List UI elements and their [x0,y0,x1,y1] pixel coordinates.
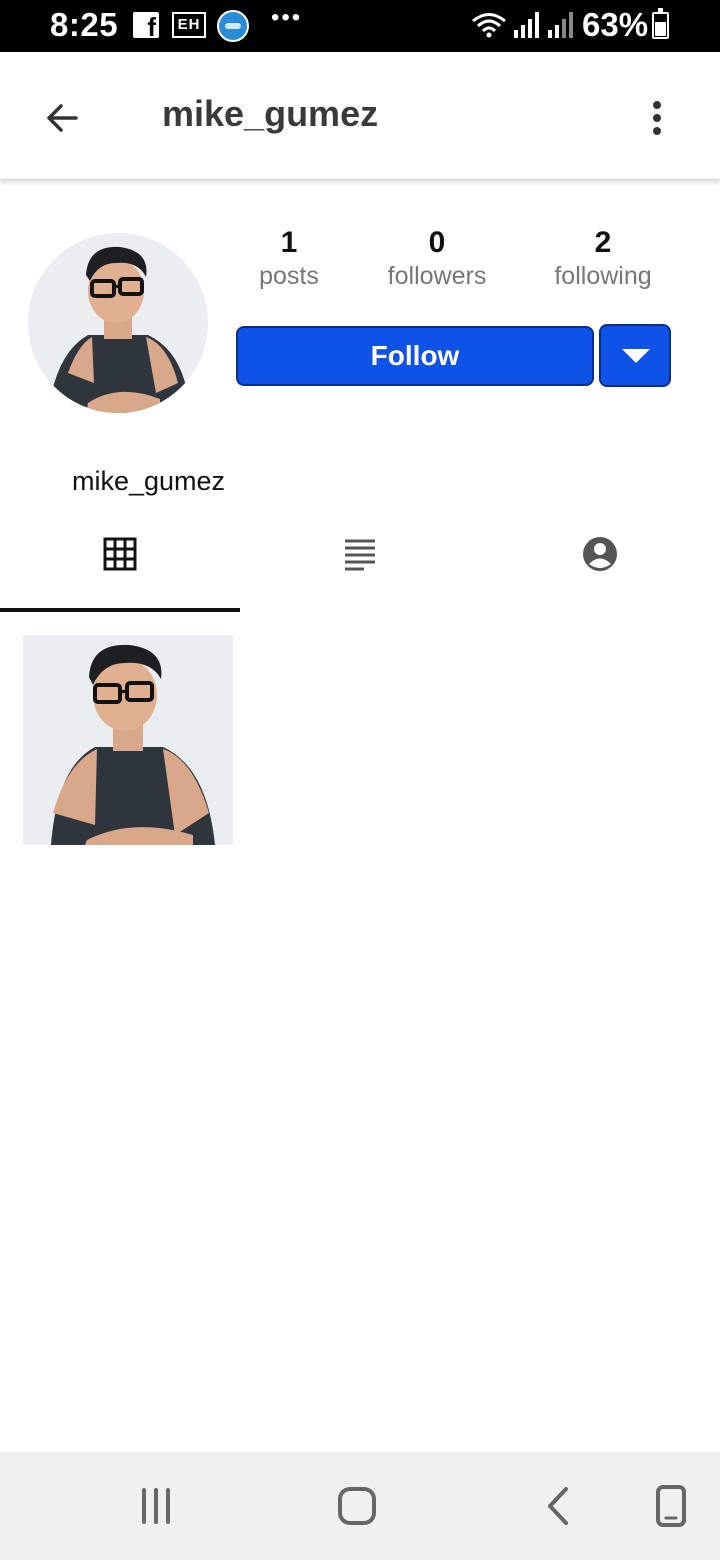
eh-icon: EH [172,12,206,38]
stat-followers[interactable]: 0 followers [372,226,502,292]
arrow-left-icon [47,104,78,132]
profile-photo [28,233,208,413]
globe-app-icon [217,10,249,42]
list-icon [345,539,375,571]
system-back-button[interactable] [534,1482,584,1532]
post-thumbnail[interactable] [23,635,233,845]
signal-icon [548,12,573,38]
more-dots-icon: ••• [271,4,303,31]
app-header: mike_gumez [0,52,720,180]
back-button[interactable] [36,92,88,144]
home-button[interactable] [332,1482,382,1532]
person-circle-icon [583,537,617,571]
facebook-icon: f [133,12,159,40]
status-time: 8:25 [50,6,119,43]
recents-icon [142,1488,170,1524]
stat-posts[interactable]: 1 posts [239,226,339,292]
grid-icon [103,537,137,571]
post-photo [23,635,233,845]
wifi-icon [472,13,506,38]
caret-down-icon [622,349,650,363]
stat-following[interactable]: 2 following [538,226,668,292]
system-nav-bar [0,1452,720,1560]
battery-icon [652,8,669,39]
following-count: 2 [594,226,612,259]
suggestions-dropdown-button[interactable] [599,324,671,387]
more-vert-icon [653,101,661,135]
tab-list[interactable] [240,520,480,612]
avatar[interactable] [28,233,208,413]
recents-button[interactable] [132,1482,182,1532]
followers-label: followers [387,262,487,290]
more-options-button[interactable] [636,92,680,144]
tab-tagged[interactable] [480,520,720,612]
following-label: following [554,262,652,290]
home-icon [338,1487,376,1525]
followers-count: 0 [428,226,446,259]
profile-username: mike_gumez [72,466,226,496]
active-tab-indicator [0,608,240,612]
rotate-icon [656,1485,686,1527]
posts-count: 1 [280,226,298,259]
follow-button[interactable]: Follow [236,326,594,386]
tab-grid[interactable] [0,520,240,612]
posts-label: posts [259,262,319,290]
rotate-button[interactable] [646,1482,696,1532]
battery-percentage: 63% [582,6,649,43]
signal-icon [514,12,539,38]
back-icon [548,1487,568,1525]
status-bar: 8:25 f EH ••• 63% [0,0,720,52]
page-title: mike_gumez [162,93,379,134]
